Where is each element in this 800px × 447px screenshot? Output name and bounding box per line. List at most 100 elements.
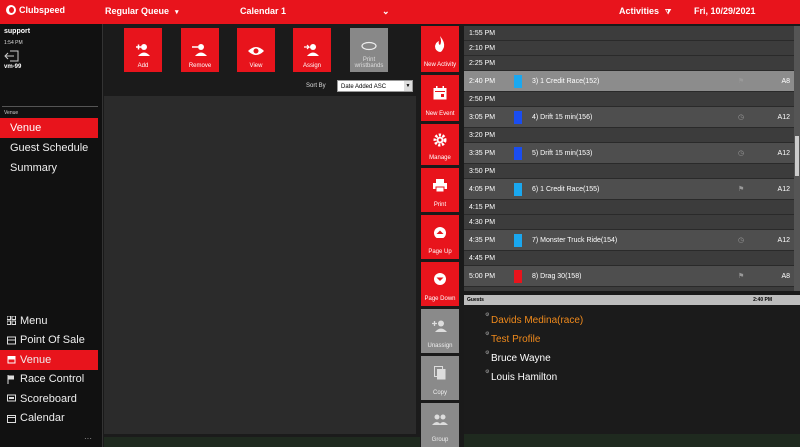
top-bar: Clubspeed Regular Queue ▾ Calendar 1 ⌄ Ac… bbox=[0, 0, 800, 24]
nav-item-menu[interactable]: Menu bbox=[0, 311, 103, 331]
schedule-slot-row[interactable]: 2:10 PM bbox=[464, 41, 794, 56]
page-down-button[interactable]: Page Down bbox=[421, 262, 459, 306]
nav-label: Point Of Sale bbox=[20, 334, 85, 347]
slot-time: 1:55 PM bbox=[469, 29, 496, 37]
manage-label: Manage bbox=[429, 155, 451, 161]
guest-item[interactable]: ⚙ Bruce Wayne bbox=[485, 350, 551, 364]
event-name: 6) 1 Credit Race(155) bbox=[532, 185, 600, 193]
event-code: A12 bbox=[777, 236, 790, 244]
queue-selector[interactable]: Regular Queue ▾ bbox=[105, 6, 179, 16]
schedule-event-row[interactable]: 3:35 PM 5) Drift 15 min(153) ◷ A12 bbox=[464, 143, 794, 164]
guest-name: Bruce Wayne bbox=[491, 353, 551, 364]
remove-button[interactable]: Remove bbox=[181, 28, 219, 72]
slot-time: 2:10 PM bbox=[469, 44, 496, 52]
subnav-item-venue[interactable]: Venue bbox=[0, 118, 98, 138]
queue-list[interactable] bbox=[104, 96, 416, 434]
chevron-down-icon: ▼ bbox=[404, 81, 412, 91]
print-wristbands-button[interactable]: Print wristbands bbox=[350, 28, 388, 72]
flag-icon bbox=[6, 374, 16, 384]
schedule-event-row[interactable]: 5:00 PM 8) Drag 30(158) ⚑ A8 bbox=[464, 266, 794, 287]
more-icon[interactable]: ··· bbox=[84, 434, 92, 443]
arrow-up-icon bbox=[433, 215, 447, 249]
remove-label: Remove bbox=[188, 63, 212, 69]
group-button[interactable]: Group bbox=[421, 403, 459, 447]
flag-icon: ⚑ bbox=[738, 78, 745, 85]
flag-icon: ⚑ bbox=[738, 186, 745, 193]
schedule-slot-row[interactable]: 2:25 PM bbox=[464, 56, 794, 71]
calendar-selector[interactable]: Calendar 1 bbox=[240, 6, 286, 16]
schedule-event-row[interactable]: 4:35 PM 7) Monster Truck Ride(154) ◷ A12 bbox=[464, 230, 794, 251]
store-icon bbox=[6, 355, 16, 365]
event-code: A12 bbox=[777, 149, 790, 157]
scrollbar-thumb[interactable] bbox=[795, 136, 799, 176]
subnav-item-guest-schedule[interactable]: Guest Schedule bbox=[0, 138, 103, 158]
activities-label: Activities bbox=[619, 6, 660, 16]
subnav-item-summary[interactable]: Summary bbox=[0, 158, 103, 178]
nav-item-point-of-sale[interactable]: Point Of Sale bbox=[0, 331, 103, 351]
schedule-slot-row[interactable]: 3:20 PM bbox=[464, 128, 794, 143]
assign-user-icon bbox=[304, 44, 319, 56]
event-time: 4:05 PM bbox=[469, 185, 496, 193]
activities-filter[interactable]: Activities ⧩ bbox=[619, 6, 671, 17]
nav-label: Scoreboard bbox=[20, 392, 77, 405]
nav-item-venue[interactable]: Venue bbox=[0, 350, 98, 370]
schedule-slot-row[interactable]: 1:55 PM bbox=[464, 26, 794, 41]
manage-button[interactable]: Manage bbox=[421, 124, 459, 165]
event-time: 3:05 PM bbox=[469, 113, 496, 121]
calendar-label: Calendar 1 bbox=[240, 6, 287, 16]
schedule-slot-row[interactable]: 4:30 PM bbox=[464, 215, 794, 230]
event-time: 4:35 PM bbox=[469, 236, 496, 244]
schedule-event-row[interactable]: 2:40 PM 3) 1 Credit Race(152) ⚑ A8 bbox=[464, 71, 794, 92]
add-label: Add bbox=[137, 63, 149, 69]
copy-button[interactable]: Copy bbox=[421, 356, 459, 400]
user-info: support 1:54 PM vm-99 bbox=[0, 24, 102, 74]
filter-icon: ⧩ bbox=[665, 9, 672, 16]
page-up-button[interactable]: Page Up bbox=[421, 215, 459, 259]
guest-item[interactable]: ⚙ Davids Medina(race) bbox=[485, 312, 583, 326]
guest-item[interactable]: ⚙ Test Profile bbox=[485, 331, 540, 345]
sort-value: Date Added ASC bbox=[341, 84, 387, 90]
queue-area: Add Remove View Assign Print wristbands … bbox=[104, 24, 420, 447]
divider bbox=[2, 106, 98, 107]
slot-time: 3:20 PM bbox=[469, 131, 496, 139]
nav-item-race-control[interactable]: Race Control bbox=[0, 370, 103, 390]
new-event-button[interactable]: New Event bbox=[421, 75, 459, 121]
eye-icon bbox=[248, 47, 264, 55]
action-toolbar: New Activity New Event Manage Print Page… bbox=[421, 26, 459, 447]
logout-icon[interactable] bbox=[4, 50, 20, 62]
event-time: 3:35 PM bbox=[469, 149, 496, 157]
schedule-slot-row[interactable]: 4:45 PM bbox=[464, 251, 794, 266]
new-activity-label: New Activity bbox=[423, 62, 457, 68]
nav-item-calendar[interactable]: Calendar bbox=[0, 409, 103, 429]
guests-title: Guests bbox=[467, 297, 484, 303]
schedule-scrollbar[interactable] bbox=[794, 26, 800, 291]
group-icon bbox=[432, 403, 448, 437]
calendar-dropdown-caret[interactable]: ⌄ bbox=[382, 6, 390, 17]
arrow-down-icon bbox=[433, 262, 447, 296]
gear-icon bbox=[433, 124, 447, 155]
print-button[interactable]: Print bbox=[421, 168, 459, 212]
new-activity-button[interactable]: New Activity bbox=[421, 26, 459, 72]
event-color-swatch bbox=[514, 74, 522, 88]
schedule-slot-row[interactable]: 4:15 PM bbox=[464, 200, 794, 215]
guest-item[interactable]: ⚙ Louis Hamilton bbox=[485, 369, 557, 383]
schedule-event-row[interactable]: 3:05 PM 4) Drift 15 min(156) ◷ A12 bbox=[464, 107, 794, 128]
sort-by-label: Sort By bbox=[306, 83, 326, 89]
group-label: Group bbox=[431, 437, 449, 443]
flag-icon: ⚑ bbox=[738, 273, 745, 280]
add-button[interactable]: Add bbox=[124, 28, 162, 72]
view-button[interactable]: View bbox=[237, 28, 275, 72]
event-code: A12 bbox=[777, 185, 790, 193]
event-name: 4) Drift 15 min(156) bbox=[532, 113, 593, 121]
unassign-button[interactable]: Unassign bbox=[421, 309, 459, 353]
assign-button[interactable]: Assign bbox=[293, 28, 331, 72]
sort-select[interactable]: Date Added ASC ▼ bbox=[337, 80, 413, 92]
event-color-swatch bbox=[514, 233, 522, 247]
assign-label: Assign bbox=[302, 63, 321, 69]
scoreboard-icon bbox=[6, 394, 16, 404]
schedule-slot-row[interactable]: 2:50 PM bbox=[464, 92, 794, 107]
nav-item-scoreboard[interactable]: Scoreboard bbox=[0, 389, 103, 409]
schedule-event-row[interactable]: 4:05 PM 6) 1 Credit Race(155) ⚑ A12 bbox=[464, 179, 794, 200]
schedule-slot-row[interactable]: 3:50 PM bbox=[464, 164, 794, 179]
guests-time: 2:40 PM bbox=[753, 297, 772, 303]
